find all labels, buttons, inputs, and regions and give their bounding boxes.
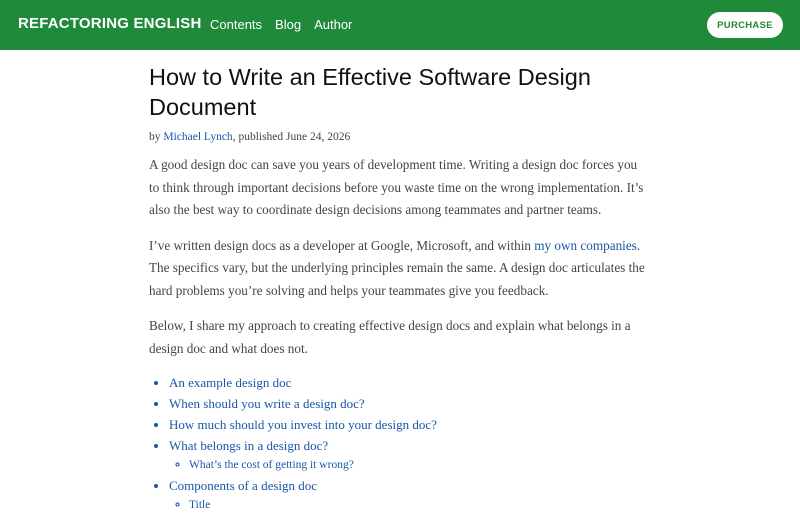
toc-sublist: What’s the cost of getting it wrong? bbox=[169, 456, 649, 475]
toc-item: When should you write a design doc? bbox=[169, 393, 649, 414]
article-content: How to Write an Effective Software Desig… bbox=[149, 62, 649, 515]
author-link[interactable]: Michael Lynch bbox=[163, 131, 232, 143]
toc-link-title[interactable]: Title bbox=[189, 499, 210, 511]
toc-item: An example design doc bbox=[169, 372, 649, 393]
toc-link-components[interactable]: Components of a design doc bbox=[169, 478, 317, 493]
experience-paragraph: I’ve written design docs as a developer … bbox=[149, 235, 649, 303]
toc-link-cost[interactable]: What’s the cost of getting it wrong? bbox=[189, 459, 354, 471]
table-of-contents: An example design doc When should you wr… bbox=[149, 372, 649, 515]
toc-link-what-belongs[interactable]: What belongs in a design doc? bbox=[169, 438, 328, 453]
overview-paragraph: Below, I share my approach to creating e… bbox=[149, 318, 631, 356]
experience-text-before: I’ve written design docs as a developer … bbox=[149, 237, 535, 253]
nav-links: Contents Blog Author bbox=[210, 17, 365, 32]
nav-link-blog[interactable]: Blog bbox=[275, 17, 301, 32]
toc-subitem: Title bbox=[189, 496, 649, 515]
nav-link-author[interactable]: Author bbox=[314, 17, 352, 32]
own-companies-link[interactable]: my own companies bbox=[534, 238, 637, 253]
purchase-button[interactable]: PURCHASE bbox=[707, 12, 783, 38]
byline-prefix: by bbox=[149, 131, 164, 143]
toc-item: How much should you invest into your des… bbox=[169, 414, 649, 435]
toc-sublist: Title bbox=[169, 496, 649, 515]
byline: by Michael Lynch, published June 24, 202… bbox=[149, 129, 649, 145]
intro-paragraph: A good design doc can save you years of … bbox=[149, 157, 644, 217]
toc-item: Components of a design doc Title bbox=[169, 475, 649, 515]
page-title: How to Write an Effective Software Desig… bbox=[149, 64, 591, 120]
byline-date: , published June 24, 2026 bbox=[232, 131, 351, 143]
nav-link-contents[interactable]: Contents bbox=[210, 17, 262, 32]
toc-subitem: What’s the cost of getting it wrong? bbox=[189, 456, 649, 475]
brand-logo-link[interactable]: REFACTORING ENGLISH bbox=[18, 15, 202, 32]
toc-link-invest[interactable]: How much should you invest into your des… bbox=[169, 417, 437, 432]
top-navbar: REFACTORING ENGLISH Contents Blog Author… bbox=[0, 0, 800, 50]
toc-item: What belongs in a design doc? What’s the… bbox=[169, 435, 649, 475]
toc-link-when[interactable]: When should you write a design doc? bbox=[169, 396, 365, 411]
toc-link-example[interactable]: An example design doc bbox=[169, 375, 291, 390]
